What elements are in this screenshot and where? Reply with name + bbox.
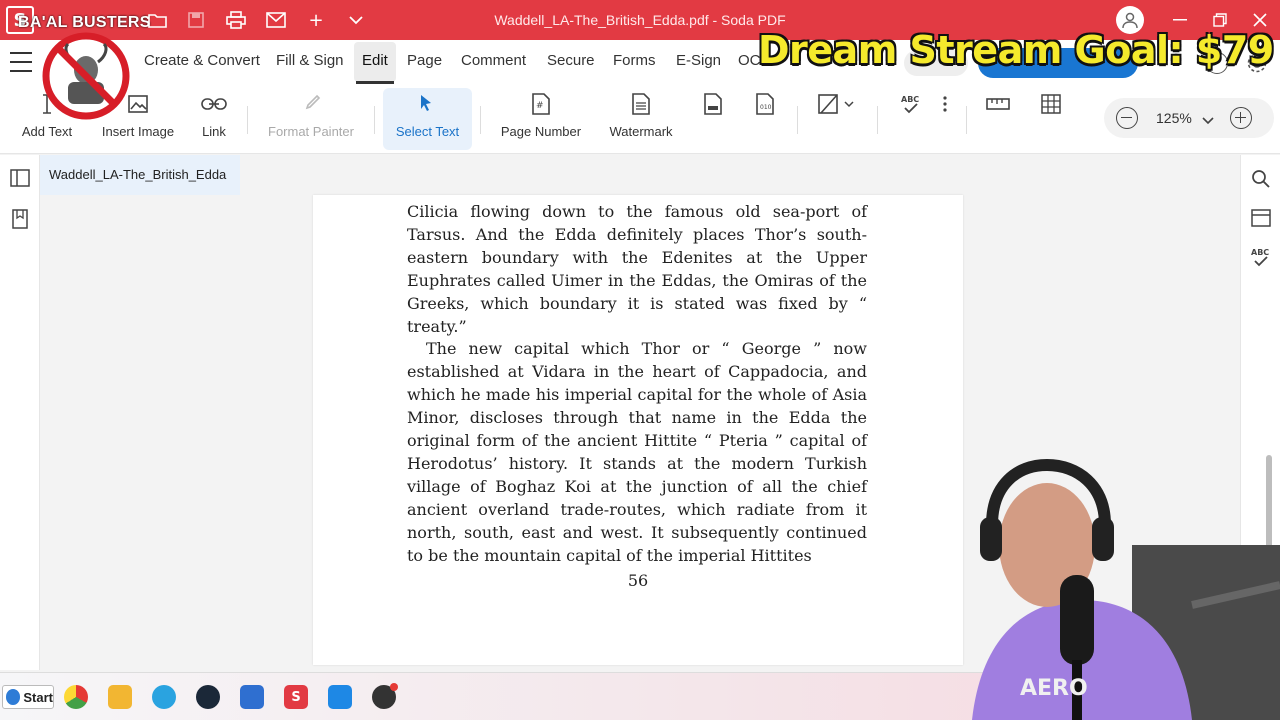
ribbon-separator (247, 106, 248, 134)
zoom-control: 125% (1104, 98, 1274, 138)
ribbon-separator (797, 106, 798, 134)
link-icon (201, 90, 227, 118)
new-plus-icon[interactable]: + (304, 8, 328, 32)
page-number-label: Page Number (500, 124, 582, 139)
download-icon[interactable] (328, 685, 352, 709)
chevron-down-icon[interactable] (344, 8, 368, 32)
menu-page[interactable]: Page (407, 52, 442, 69)
add-text-label: Add Text (21, 124, 73, 139)
left-sidebar (0, 155, 40, 670)
header-footer-button[interactable] (700, 90, 726, 148)
svg-text:ABC: ABC (901, 95, 919, 104)
edit-object-dropdown[interactable] (816, 90, 858, 148)
webcam-overlay: AERO (852, 455, 1280, 720)
soda-pdf-taskbar-icon[interactable]: S (284, 685, 308, 709)
ruler-icon (986, 90, 1010, 118)
open-folder-icon[interactable] (146, 8, 170, 32)
bookmark-icon[interactable] (12, 209, 28, 234)
format-painter-button[interactable]: Format Painter (262, 90, 360, 148)
print-icon[interactable] (224, 8, 248, 32)
document-tab-label: Waddell_LA-The_British_Edda (49, 167, 227, 182)
svg-text:010: 010 (760, 104, 772, 111)
menu-e-sign[interactable]: E-Sign (676, 52, 721, 69)
menu-fill-sign[interactable]: Fill & Sign (276, 52, 344, 69)
link-label: Link (202, 124, 226, 139)
link-button[interactable]: Link (194, 90, 234, 148)
bates-icon: 010 (756, 90, 774, 118)
stream-goal-overlay: Dream Stream Goal: $79 (758, 28, 1274, 72)
svg-text:ABC: ABC (1251, 248, 1269, 257)
zoom-in-icon[interactable] (1230, 107, 1252, 129)
start-label: Start (23, 689, 53, 705)
paintbrush-icon (301, 90, 321, 118)
email-icon[interactable] (264, 8, 288, 32)
ribbon-separator (966, 106, 967, 134)
bates-number-button[interactable]: 010 (752, 90, 778, 148)
ruler-button[interactable] (984, 90, 1012, 148)
shirt-logo-text: AERO (1020, 676, 1088, 701)
spell-check-button[interactable]: ABC (898, 90, 924, 148)
edit-object-icon (817, 90, 857, 118)
paragraph-2[interactable]: The new capital which Thor or “ George ”… (407, 338, 867, 567)
watermark-label: Watermark (609, 124, 673, 139)
zoom-value[interactable]: 125% (1156, 110, 1192, 126)
menu-create-convert[interactable]: Create & Convert (144, 52, 260, 69)
zoom-out-icon[interactable] (1116, 107, 1138, 129)
select-text-button[interactable]: Select Text (383, 88, 472, 150)
start-button[interactable]: Start (2, 685, 54, 709)
zoom-dropdown-chevron-icon[interactable] (1202, 112, 1214, 130)
page-text[interactable]: Cilicia flowing down to the famous old s… (407, 201, 867, 568)
format-painter-label: Format Painter (268, 124, 354, 139)
search-icon[interactable] (1251, 169, 1271, 194)
file-explorer-icon[interactable] (108, 685, 132, 709)
page-number-icon: # (532, 90, 550, 118)
panel-toggle-icon[interactable] (10, 169, 30, 192)
save-icon[interactable] (184, 8, 208, 32)
menu-secure[interactable]: Secure (547, 52, 595, 69)
spell-check-icon: ABC (899, 90, 923, 118)
select-text-label: Select Text (395, 124, 460, 139)
steam-icon[interactable] (196, 685, 220, 709)
overlay-brand-text: BA'AL BUSTERS (18, 14, 151, 31)
chrome-icon[interactable] (64, 685, 88, 709)
ribbon-separator (480, 106, 481, 134)
paragraph-1[interactable]: Cilicia flowing down to the famous old s… (407, 201, 867, 338)
hamburger-menu-icon[interactable] (10, 52, 32, 72)
pointer-text-icon (417, 90, 439, 118)
grid-icon (1041, 90, 1061, 118)
document-tab[interactable]: Waddell_LA-The_British_Edda (40, 155, 240, 195)
svg-text:#: # (536, 101, 544, 111)
menu-edit[interactable]: Edit (362, 52, 388, 69)
outlook-icon[interactable] (240, 685, 264, 709)
ribbon-separator (374, 106, 375, 134)
start-orb-icon (6, 689, 21, 705)
insert-image-label: Insert Image (101, 124, 175, 139)
ribbon-separator (877, 106, 878, 134)
menu-forms[interactable]: Forms (613, 52, 656, 69)
page-number-button[interactable]: # Page Number (498, 90, 584, 148)
menu-comment[interactable]: Comment (461, 52, 526, 69)
page-view-icon[interactable] (1251, 209, 1271, 232)
watermark-button[interactable]: Watermark (606, 90, 676, 148)
header-footer-icon (704, 90, 722, 118)
watermark-icon (632, 90, 650, 118)
no-baal-overlay-logo (40, 32, 132, 120)
telegram-icon[interactable] (152, 685, 176, 709)
grid-button[interactable] (1038, 90, 1064, 148)
notification-dot (390, 683, 398, 691)
more-options-icon[interactable] (936, 90, 954, 148)
edit-ribbon: Add Text Insert Image Link Format Painte… (0, 84, 1280, 154)
spell-check-side-icon[interactable]: ABC (1249, 245, 1273, 276)
